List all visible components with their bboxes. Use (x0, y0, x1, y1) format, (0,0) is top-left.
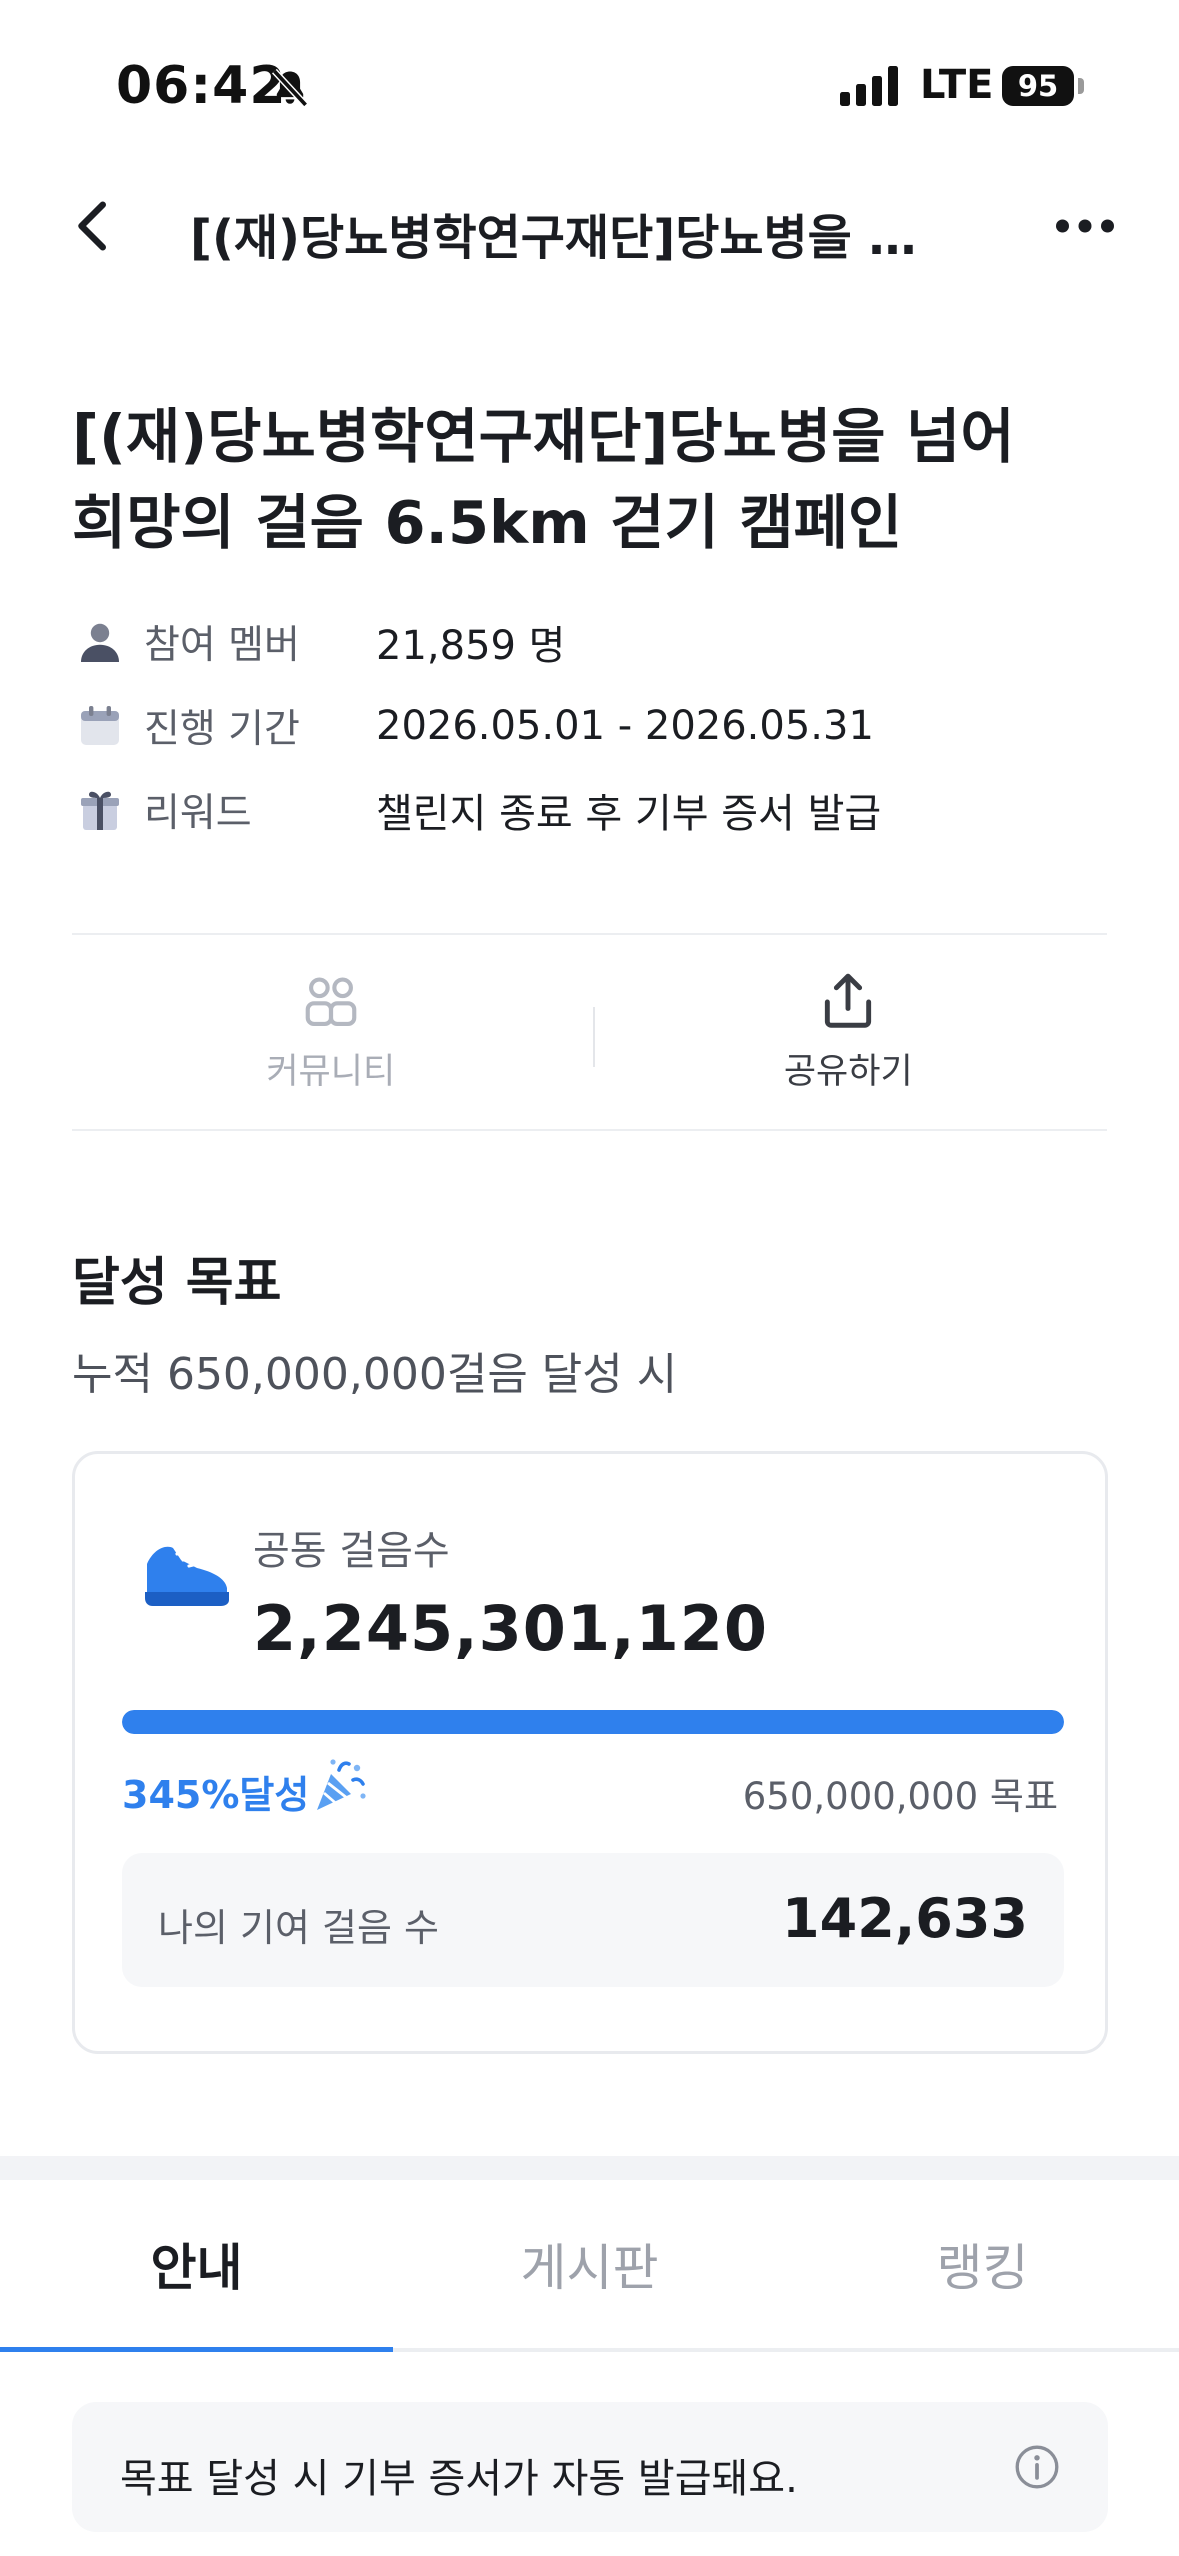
campaign-title: [(재)당뇨병학연구재단]당뇨병을 넘어 희망의 걸음 6.5km 걷기 캠페인 (72, 394, 1112, 566)
gift-icon (81, 791, 119, 830)
notice-text: 목표 달성 시 기부 증서가 자동 발급돼요. (120, 2456, 798, 2502)
bell-muted-icon (271, 68, 309, 108)
community-button[interactable]: 커뮤니티 (72, 935, 590, 1129)
goal-card: 공동 걸음수 2,245,301,120 345%달성 650,000,000 … (72, 1451, 1108, 2054)
action-divider (593, 1007, 595, 1067)
share-label: 공유하기 (783, 1051, 913, 1092)
tab-ranking[interactable]: 랭킹 (786, 2180, 1179, 2348)
info-value: 챌린지 종료 후 기부 증서 발급 (376, 791, 882, 837)
goal-progress-fill (122, 1710, 1064, 1734)
my-contribution-value: 142,633 (782, 1887, 1028, 1950)
info-row-members: 참여 멤버 21,859 명 (72, 600, 1112, 684)
more-options-icon[interactable] (1050, 196, 1120, 256)
info-row-reward: 리워드 챌린지 종료 후 기부 증서 발급 (72, 768, 1112, 852)
status-bar: 06:42 LTE 95 (0, 0, 1179, 170)
calendar-icon (81, 706, 119, 745)
status-time: 06:42 (116, 56, 287, 116)
notice-banner: 목표 달성 시 기부 증서가 자동 발급돼요. (72, 2402, 1108, 2532)
community-label: 커뮤니티 (266, 1051, 396, 1092)
tab-bar: 안내 게시판 랭킹 (0, 2180, 1179, 2352)
info-value: 21,859 명 (376, 623, 566, 669)
community-icon (305, 976, 357, 1026)
tab-info[interactable]: 안내 (0, 2180, 393, 2348)
my-contribution: 나의 기여 걸음 수 142,633 (122, 1853, 1064, 1987)
goal-target: 650,000,000 목표 (742, 1775, 1058, 1818)
action-bar: 커뮤니티 공유하기 (72, 933, 1107, 1131)
campaign-title-line1: [(재)당뇨병학연구재단]당뇨병을 넘어 (72, 402, 1015, 471)
tab-board[interactable]: 게시판 (393, 2180, 786, 2348)
share-icon (825, 973, 872, 1028)
info-value: 2026.05.01 - 2026.05.31 (376, 703, 874, 749)
info-icon[interactable] (1012, 2442, 1062, 2492)
my-contribution-label: 나의 기여 걸음 수 (158, 1906, 439, 1950)
share-button[interactable]: 공유하기 (590, 935, 1108, 1129)
nav-header: [(재)당뇨병학연구재단]당뇨병을 넘… (0, 170, 1179, 280)
sneaker-icon (145, 1546, 229, 1606)
info-row-period: 진행 기간 2026.05.01 - 2026.05.31 (72, 684, 1112, 768)
achieved-percent: 345%달성 (122, 1773, 310, 1817)
shared-steps-label: 공동 걸음수 (253, 1528, 450, 1574)
party-popper-icon (317, 1759, 366, 1810)
shared-steps-total: 2,245,301,120 (253, 1592, 769, 1665)
goal-description: 누적 650,000,000걸음 달성 시 (72, 1349, 678, 1400)
info-label: 리워드 (144, 791, 252, 836)
person-icon (81, 623, 119, 662)
network-label: LTE (920, 62, 994, 108)
battery-icon: 95 (1002, 66, 1074, 106)
goal-title: 달성 목표 (72, 1253, 282, 1313)
info-label: 진행 기간 (144, 707, 300, 752)
campaign-title-line2: 희망의 걸음 6.5km 걷기 캠페인 (72, 488, 903, 557)
info-label: 참여 멤버 (144, 623, 300, 668)
active-tab-indicator (0, 2347, 393, 2352)
battery-tip (1078, 78, 1084, 94)
header-title: [(재)당뇨병학연구재단]당뇨병을 넘… (190, 210, 960, 266)
campaign-info: 참여 멤버 21,859 명 진행 기간 2026.05.01 - 2026.0… (72, 600, 1112, 852)
back-arrow-icon[interactable] (64, 196, 124, 256)
goal-progress-bar (122, 1710, 1064, 1734)
cellular-signal-icon (840, 66, 898, 106)
section-divider (0, 2156, 1179, 2180)
